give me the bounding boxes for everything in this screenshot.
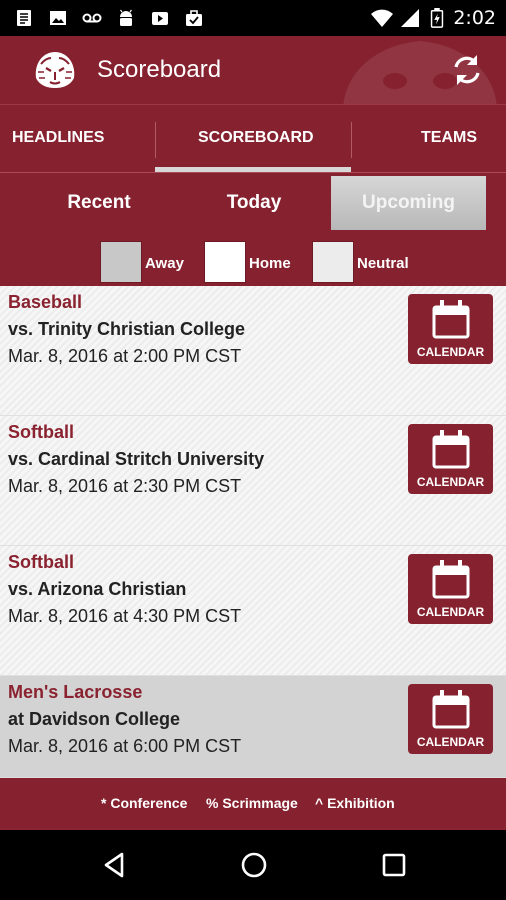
calendar-button-label: CALENDAR (416, 605, 485, 619)
briefcase-icon (186, 10, 202, 26)
android-icon (120, 9, 132, 26)
home-icon[interactable] (239, 850, 269, 880)
filter-panel: Recent Today Upcoming Away Home Neutral (0, 172, 506, 286)
battery-icon (430, 8, 444, 28)
segment-recent[interactable]: Recent (20, 176, 178, 230)
add-to-calendar-button[interactable]: CALENDAR (408, 554, 493, 624)
game-datetime: Mar. 8, 2016 at 6:00 PM CST (8, 736, 242, 756)
game-opponent: vs. Cardinal Stritch University (8, 449, 265, 469)
legend-away-swatch (100, 241, 142, 283)
tab-scoreboard[interactable]: SCOREBOARD (198, 105, 314, 171)
add-to-calendar-button[interactable]: CALENDAR (408, 684, 493, 754)
game-sport: Baseball (8, 292, 83, 312)
refresh-icon[interactable] (448, 51, 486, 89)
top-tabs: HEADLINES SCOREBOARD TEAMS (0, 104, 506, 172)
legend-neutral-swatch (312, 241, 354, 283)
calendar-icon (432, 690, 470, 729)
footer-conference: * Conference (101, 795, 188, 811)
footer-scrimmage: % Scrimmage (206, 795, 298, 811)
tab-divider (351, 122, 352, 158)
game-sport: Softball (8, 422, 74, 442)
segment-upcoming[interactable]: Upcoming (331, 176, 486, 230)
calendar-icon (432, 560, 470, 599)
calendar-button-label: CALENDAR (416, 345, 485, 359)
calendar-button-label: CALENDAR (416, 735, 485, 749)
legend-neutral-label: Neutral (357, 255, 409, 272)
footer-legend: * Conference % Scrimmage ^ Exhibition (0, 778, 506, 828)
app-title: Scoreboard (97, 56, 222, 83)
list-item[interactable]: Baseball vs. Trinity Christian College M… (0, 286, 506, 416)
game-datetime: Mar. 8, 2016 at 2:30 PM CST (8, 476, 242, 496)
app-bar: Scoreboard (0, 36, 506, 104)
status-time: 2:02 (453, 7, 496, 29)
status-bar: 2:02 (0, 0, 506, 36)
game-datetime: Mar. 8, 2016 at 4:30 PM CST (8, 606, 242, 626)
game-opponent: vs. Arizona Christian (8, 579, 187, 599)
tab-teams[interactable]: TEAMS (421, 105, 477, 171)
image-icon (50, 11, 66, 25)
legend-away-label: Away (145, 255, 184, 272)
list-item[interactable]: Softball vs. Cardinal Stritch University… (0, 416, 506, 546)
recents-icon[interactable] (379, 850, 409, 880)
tab-headlines[interactable]: HEADLINES (12, 105, 104, 171)
calendar-button-label: CALENDAR (416, 475, 485, 489)
add-to-calendar-button[interactable]: CALENDAR (408, 424, 493, 494)
legend-home-swatch (204, 241, 246, 283)
tab-divider (155, 122, 156, 158)
notes-icon (17, 10, 31, 26)
game-opponent: at Davidson College (8, 709, 181, 729)
game-opponent: vs. Trinity Christian College (8, 319, 246, 339)
calendar-icon (432, 300, 470, 339)
voicemail-icon (82, 13, 102, 23)
legend-home-label: Home (249, 255, 291, 272)
footer-exhibition: ^ Exhibition (315, 795, 395, 811)
list-item[interactable]: Men's Lacrosse at Davidson College Mar. … (0, 676, 506, 778)
segment-today[interactable]: Today (176, 176, 332, 230)
add-to-calendar-button[interactable]: CALENDAR (408, 294, 493, 364)
play-store-icon (152, 12, 168, 25)
games-list[interactable]: Baseball vs. Trinity Christian College M… (0, 286, 506, 778)
calendar-icon (432, 430, 470, 469)
game-sport: Men's Lacrosse (8, 682, 143, 702)
game-datetime: Mar. 8, 2016 at 2:00 PM CST (8, 346, 242, 366)
system-nav-bar (0, 830, 506, 900)
game-sport: Softball (8, 552, 74, 572)
list-item[interactable]: Softball vs. Arizona Christian Mar. 8, 2… (0, 546, 506, 676)
back-icon[interactable] (100, 850, 130, 880)
signal-icon (401, 9, 419, 27)
tiger-logo-icon (35, 52, 75, 88)
wifi-icon (371, 9, 393, 27)
